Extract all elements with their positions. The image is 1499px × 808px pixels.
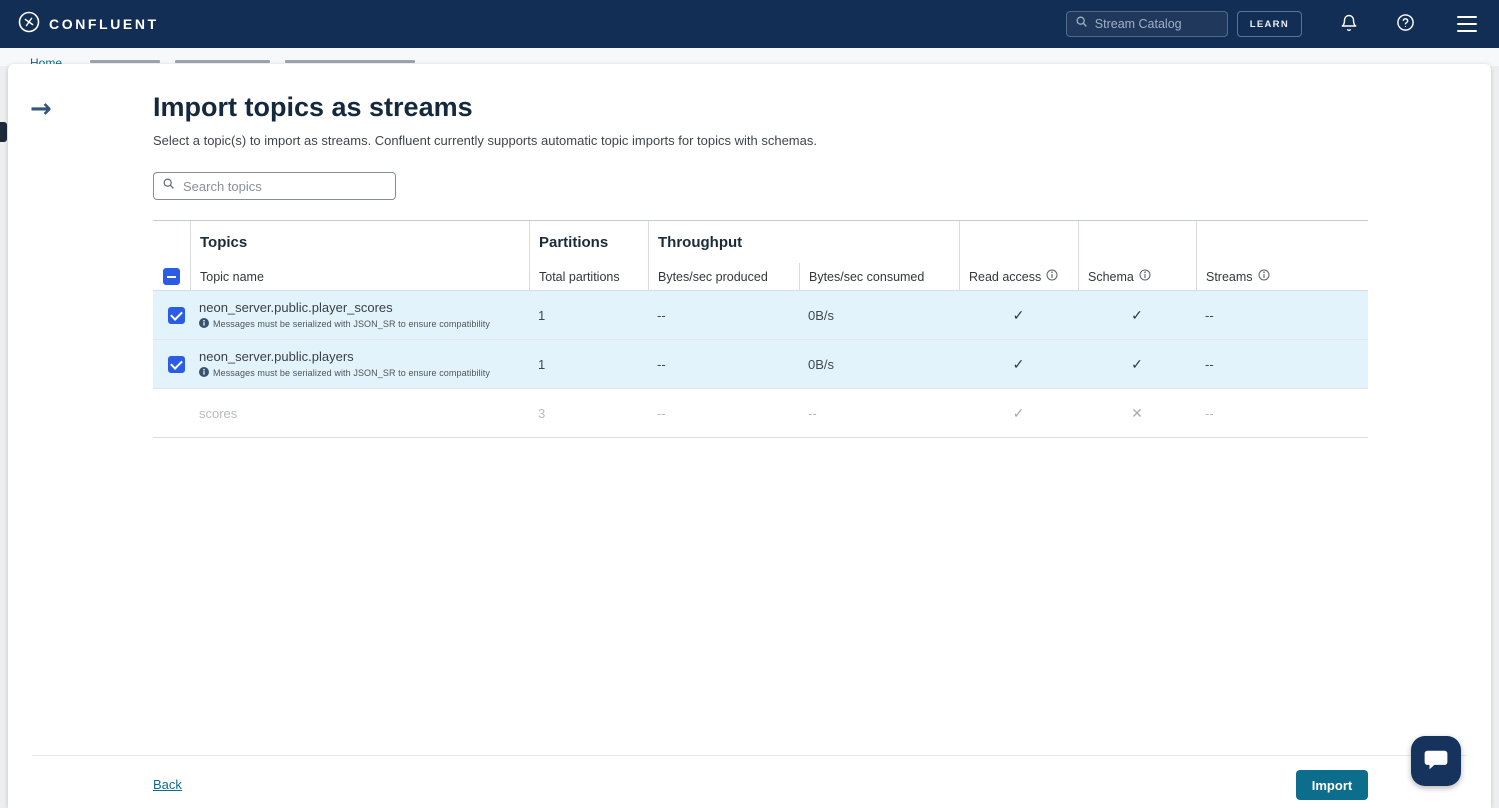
search-topics-box xyxy=(153,172,396,200)
topics-table: Topics Partitions Throughput Topic name … xyxy=(153,220,1368,438)
brand-name: CONFLUENT xyxy=(49,16,159,32)
page-title: Import topics as streams xyxy=(153,92,473,123)
bytes-consumed-value: 0B/s xyxy=(799,340,959,388)
confluent-logo-icon xyxy=(18,11,40,38)
confluent-brand[interactable]: CONFLUENT xyxy=(18,11,159,38)
row-checkbox[interactable] xyxy=(168,356,185,373)
screen: CONFLUENT Stream Catalog LEARN xyxy=(0,0,1499,808)
column-header-bytes-produced: Bytes/sec produced xyxy=(648,263,799,290)
topic-name: neon_server.public.players xyxy=(199,349,354,364)
search-icon xyxy=(1075,15,1088,33)
partitions-value: 1 xyxy=(529,340,648,388)
help-icon xyxy=(1396,13,1415,35)
info-icon[interactable] xyxy=(1258,269,1270,284)
schema-check: ✓ xyxy=(1078,340,1196,388)
info-filled-icon xyxy=(199,318,209,330)
streams-value: -- xyxy=(1196,340,1368,388)
topic-note: Messages must be serialized with JSON_SR… xyxy=(199,367,490,379)
chat-widget-button[interactable] xyxy=(1411,736,1461,786)
collapsed-sidebar-sliver xyxy=(0,122,7,142)
topic-name: scores xyxy=(199,406,237,421)
bytes-produced-value: -- xyxy=(648,291,799,339)
streams-value: -- xyxy=(1196,389,1368,437)
import-button[interactable]: Import xyxy=(1296,770,1368,800)
partitions-value: 3 xyxy=(529,389,648,437)
chat-bubble-icon xyxy=(1423,747,1449,776)
column-header-streams: Streams xyxy=(1196,263,1368,290)
table-row-disabled: scores 3 -- -- ✓ ✕ -- xyxy=(153,389,1368,438)
top-navigation-bar: CONFLUENT Stream Catalog LEARN xyxy=(0,0,1499,48)
page-subtitle: Select a topic(s) to import as streams. … xyxy=(153,133,817,148)
column-header-schema: Schema xyxy=(1078,263,1196,290)
column-header-read-access: Read access xyxy=(959,263,1078,290)
info-icon[interactable] xyxy=(1139,269,1151,284)
bytes-consumed-value: -- xyxy=(799,389,959,437)
streams-value: -- xyxy=(1196,291,1368,339)
help-button[interactable] xyxy=(1396,13,1415,35)
bytes-produced-value: -- xyxy=(648,340,799,388)
column-header-topic-name: Topic name xyxy=(190,263,529,290)
menu-button[interactable] xyxy=(1457,16,1477,32)
stream-catalog-search[interactable]: Stream Catalog xyxy=(1066,11,1228,37)
schema-cross: ✕ xyxy=(1078,389,1196,437)
bytes-consumed-value: 0B/s xyxy=(799,291,959,339)
topic-note: Messages must be serialized with JSON_SR… xyxy=(199,318,490,330)
breadcrumb-clipped-segment xyxy=(90,60,160,63)
select-all-checkbox[interactable] xyxy=(163,268,180,285)
read-access-check: ✓ xyxy=(959,291,1078,339)
column-header-total-partitions: Total partitions xyxy=(529,263,648,290)
bytes-produced-value: -- xyxy=(648,389,799,437)
notifications-button[interactable] xyxy=(1340,14,1358,35)
schema-check: ✓ xyxy=(1078,291,1196,339)
footer-divider xyxy=(32,755,1467,756)
collapse-panel-arrow-icon[interactable]: → xyxy=(30,96,52,122)
group-header-throughput: Throughput xyxy=(648,221,959,263)
breadcrumb-clipped-segment xyxy=(175,60,270,63)
hamburger-icon xyxy=(1457,16,1477,18)
table-row[interactable]: neon_server.public.player_scores Message… xyxy=(153,291,1368,340)
table-row[interactable]: neon_server.public.players Messages must… xyxy=(153,340,1368,389)
topic-name: neon_server.public.player_scores xyxy=(199,300,393,315)
search-topics-input[interactable] xyxy=(181,178,387,195)
group-header-partitions: Partitions xyxy=(529,221,648,263)
bell-icon xyxy=(1340,14,1358,35)
info-icon[interactable] xyxy=(1046,269,1058,284)
table-header: Topics Partitions Throughput Topic name … xyxy=(153,220,1368,291)
partitions-value: 1 xyxy=(529,291,648,339)
row-checkbox[interactable] xyxy=(168,307,185,324)
breadcrumb-clipped-segment xyxy=(285,60,415,63)
group-header-topics: Topics xyxy=(190,221,529,263)
read-access-check: ✓ xyxy=(959,340,1078,388)
read-access-check: ✓ xyxy=(959,389,1078,437)
search-icon xyxy=(162,177,175,195)
column-header-bytes-consumed: Bytes/sec consumed xyxy=(799,263,959,290)
stream-catalog-search-placeholder: Stream Catalog xyxy=(1095,17,1182,31)
import-topics-panel: → Import topics as streams Select a topi… xyxy=(8,64,1491,808)
back-link[interactable]: Back xyxy=(153,777,182,792)
info-filled-icon xyxy=(199,367,209,379)
learn-button[interactable]: LEARN xyxy=(1237,11,1302,37)
